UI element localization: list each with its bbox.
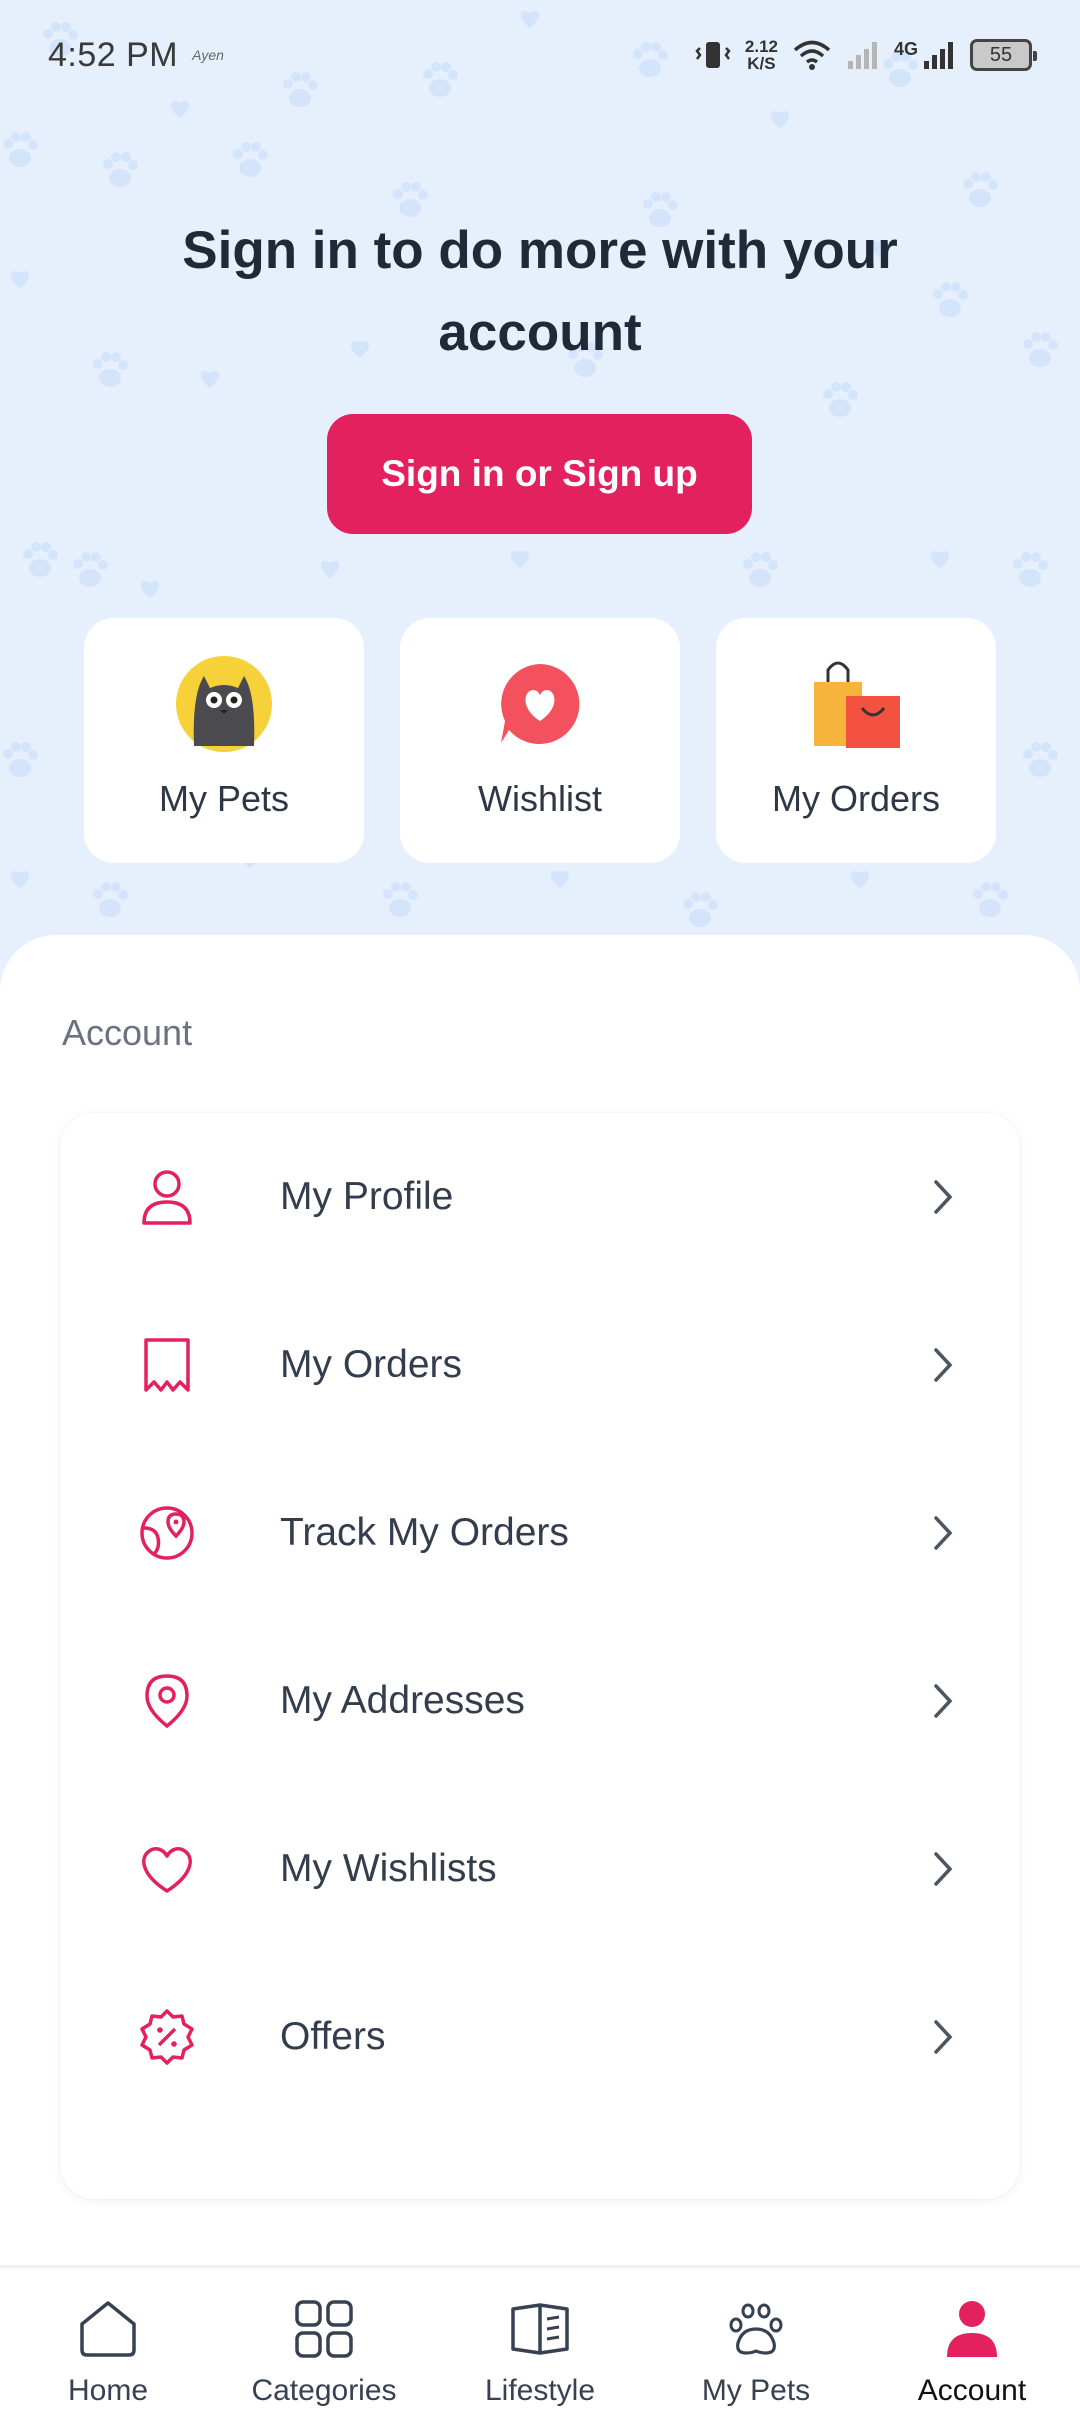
menu-item-label: My Addresses (280, 1679, 525, 1722)
nav-label: Account (917, 2374, 1027, 2407)
quick-link-label: My Orders (771, 778, 940, 819)
chevron-right-icon (928, 1849, 958, 1889)
signal-weak-icon (847, 42, 877, 69)
menu-item-label: My Profile (280, 1175, 454, 1218)
status-notification-text: Ayen (192, 47, 224, 63)
status-bar: 4:52 PM Ayen 2.12 K/S 4G 55 (0, 0, 1080, 110)
battery-icon: 55 (970, 39, 1037, 71)
discount-badge-icon (136, 2006, 198, 2068)
nav-label: Categories (251, 2374, 397, 2407)
menu-item-my-wishlists[interactable]: My Wishlists (60, 1785, 1020, 1953)
shopping-bags-icon (806, 654, 906, 754)
hero-title-text: Sign in to do more with your account (182, 221, 898, 362)
receipt-icon (136, 1334, 198, 1396)
hero-section: 4:52 PM Ayen 2.12 K/S 4G 55 Sign in to d… (0, 0, 1080, 960)
book-icon (505, 2294, 575, 2364)
quick-link-my-orders[interactable]: My Orders (716, 618, 996, 863)
status-indicators: 2.12 K/S 4G 55 (695, 38, 1037, 72)
quick-link-my-pets[interactable]: My Pets (84, 618, 364, 863)
battery-level: 55 (989, 43, 1013, 66)
quick-link-label: My Pets (158, 778, 290, 819)
nav-label: Lifestyle (484, 2374, 596, 2407)
nav-my-pets[interactable]: My Pets (648, 2268, 864, 2436)
quick-link-wishlist[interactable]: Wishlist (400, 618, 680, 863)
chevron-right-icon (928, 1177, 958, 1217)
chevron-right-icon (928, 1345, 958, 1385)
heart-bubble-icon (490, 654, 590, 754)
menu-item-offers[interactable]: Offers (60, 1953, 1020, 2121)
menu-item-label: Track My Orders (280, 1511, 569, 1554)
location-pin-icon (136, 1670, 198, 1732)
paw-icon (721, 2294, 791, 2364)
nav-label: My Pets (701, 2374, 811, 2407)
menu-item-my-orders[interactable]: My Orders (60, 1281, 1020, 1449)
menu-item-my-profile[interactable]: My Profile (60, 1113, 1020, 1281)
account-section-title: Account (62, 1012, 193, 1053)
user-icon (136, 1166, 198, 1228)
network-type: 4G (893, 38, 918, 59)
menu-item-track-my-orders[interactable]: Track My Orders (60, 1449, 1020, 1617)
chevron-right-icon (928, 2017, 958, 2057)
home-icon (73, 2294, 143, 2364)
heart-icon (136, 1838, 198, 1900)
signin-signup-button[interactable]: Sign in or Sign up (327, 414, 752, 534)
status-time: 4:52 PM (48, 35, 179, 74)
nav-account[interactable]: Account (864, 2268, 1080, 2436)
menu-item-label: Offers (280, 2015, 386, 2058)
nav-home[interactable]: Home (0, 2268, 216, 2436)
bottom-navigation: Home Categories Lifestyle My Pets Accoun… (0, 2266, 1080, 2436)
nav-lifestyle[interactable]: Lifestyle (432, 2268, 648, 2436)
grid-icon (289, 2294, 359, 2364)
chevron-right-icon (928, 1513, 958, 1553)
network-speed-unit: K/S (747, 54, 776, 73)
hero-title: Sign in to do more with your account (0, 210, 1080, 374)
wifi-icon (793, 40, 831, 70)
globe-pin-icon (136, 1502, 198, 1564)
menu-item-label: My Orders (280, 1343, 463, 1386)
menu-item-label: My Wishlists (280, 1847, 497, 1890)
cat-icon (174, 654, 274, 754)
menu-item-my-addresses[interactable]: My Addresses (60, 1617, 1020, 1785)
account-menu: My Profile My Orders Track My Orders My … (60, 1113, 1020, 2199)
account-icon (937, 2294, 1007, 2364)
signal-strong-icon (924, 42, 953, 69)
network-speed: 2.12 K/S (745, 38, 778, 72)
chevron-right-icon (928, 1681, 958, 1721)
nav-categories[interactable]: Categories (216, 2268, 432, 2436)
vibrate-icon (695, 42, 731, 68)
network-speed-value: 2.12 (744, 37, 778, 56)
nav-label: Home (67, 2374, 149, 2407)
quick-link-label: Wishlist (478, 778, 602, 819)
